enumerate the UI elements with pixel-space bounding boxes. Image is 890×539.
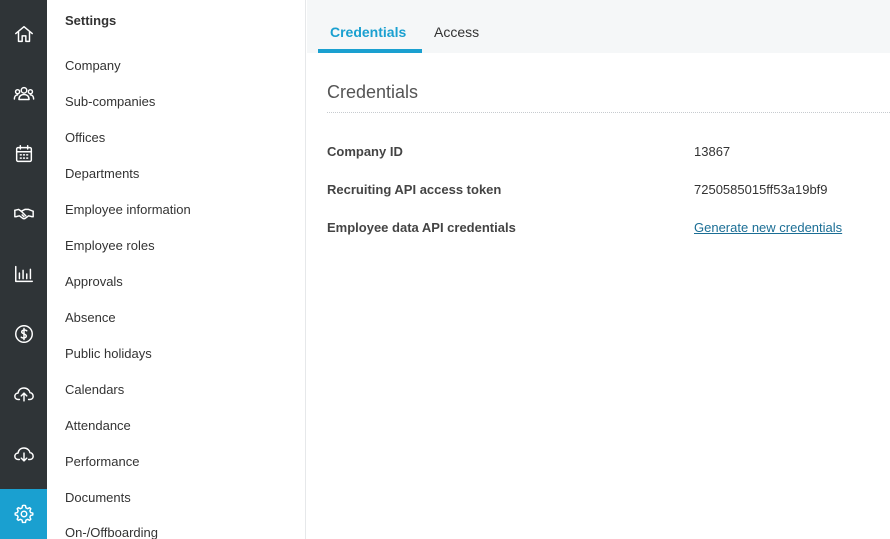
cloud-download-icon	[13, 447, 34, 462]
dollar-icon	[14, 325, 33, 343]
handshake-icon	[13, 208, 34, 220]
sidebar-item-performance[interactable]: Performance	[65, 454, 139, 469]
tab-access[interactable]: Access	[434, 24, 479, 40]
sidebar-title: Settings	[65, 13, 117, 28]
sidebar-item-absence[interactable]: Absence	[65, 310, 116, 325]
sidebar-item-approvals[interactable]: Approvals	[65, 274, 123, 289]
nav-reports[interactable]	[0, 249, 47, 299]
nav-home[interactable]	[0, 9, 47, 59]
sidebar-item-company[interactable]: Company	[65, 58, 121, 73]
sidebar-item-attendance[interactable]: Attendance	[65, 418, 131, 433]
recruiting-token-label: Recruiting API access token	[327, 182, 502, 197]
company-id-label: Company ID	[327, 144, 403, 159]
generate-credentials-link[interactable]: Generate new credentials	[694, 220, 842, 235]
sidebar-item-departments[interactable]: Departments	[65, 166, 139, 181]
sidebar-item-calendars[interactable]: Calendars	[65, 382, 124, 397]
section-title: Credentials	[327, 82, 419, 102]
calendar-icon	[15, 145, 32, 163]
sidebar-item-documents[interactable]: Documents	[65, 490, 131, 505]
bar-chart-icon	[14, 265, 33, 283]
nav-people[interactable]	[0, 69, 47, 119]
nav-handshake[interactable]	[0, 189, 47, 239]
nav-upload[interactable]	[0, 369, 47, 419]
sidebar-item-employee-information[interactable]: Employee information	[65, 202, 191, 217]
sidebar-item-sub-companies[interactable]: Sub-companies	[65, 94, 155, 109]
tab-credentials[interactable]: Credentials	[330, 24, 406, 40]
icon-rail	[0, 0, 47, 539]
sidebar-item-public-holidays[interactable]: Public holidays	[65, 346, 152, 361]
settings-sidebar: Settings Company Sub-companies Offices D…	[47, 0, 306, 539]
gear-icon	[13, 504, 34, 524]
sidebar-item-offices[interactable]: Offices	[65, 130, 105, 145]
cloud-upload-icon	[13, 387, 34, 402]
recruiting-token-value: 7250585015ff53a19bf9	[694, 182, 828, 197]
active-tab-indicator	[318, 49, 422, 53]
employee-api-credentials-label: Employee data API credentials	[327, 220, 516, 235]
main-content: Credentials Access Credentials Company I…	[307, 0, 890, 539]
nav-payroll[interactable]	[0, 309, 47, 359]
company-id-value: 13867	[694, 144, 731, 159]
sidebar-item-onboarding[interactable]: On-/Offboarding	[65, 525, 158, 539]
home-icon	[14, 25, 33, 43]
section-divider	[327, 112, 890, 113]
sidebar-item-employee-roles[interactable]: Employee roles	[65, 238, 155, 253]
nav-settings[interactable]	[0, 489, 47, 539]
nav-download[interactable]	[0, 429, 47, 479]
people-icon	[13, 86, 34, 101]
nav-calendar[interactable]	[0, 129, 47, 179]
tab-bar: Credentials Access	[307, 0, 890, 53]
